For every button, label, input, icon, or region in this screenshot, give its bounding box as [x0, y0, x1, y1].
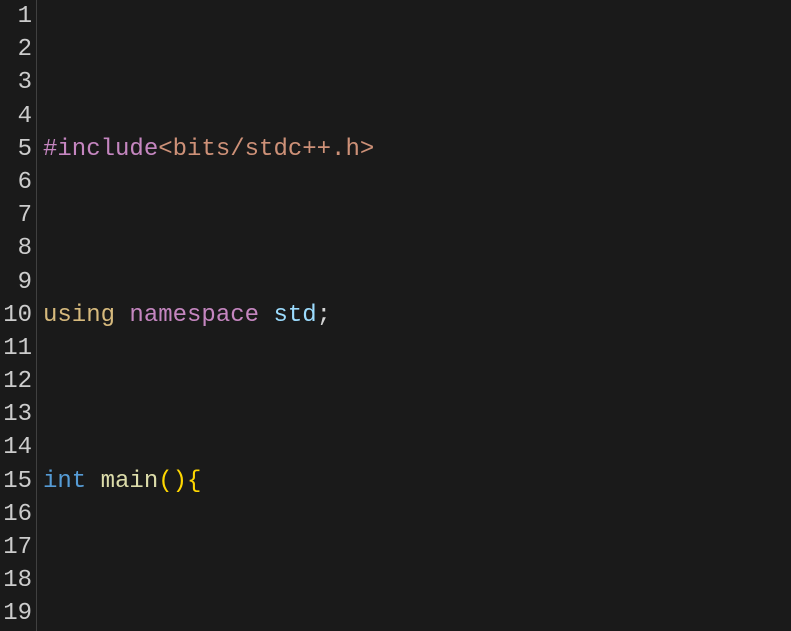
code-line[interactable]: using namespace std; — [43, 299, 374, 332]
code-area[interactable]: #include<bits/stdc++.h> using namespace … — [37, 0, 374, 631]
line-number: 2 — [0, 33, 32, 66]
line-number: 16 — [0, 498, 32, 531]
line-number: 13 — [0, 398, 32, 431]
line-number: 3 — [0, 66, 32, 99]
line-number: 4 — [0, 100, 32, 133]
code-editor[interactable]: 1 2 3 4 5 6 7 8 9 10 11 12 13 14 15 16 1… — [0, 0, 791, 631]
line-number: 15 — [0, 465, 32, 498]
type-token: int — [43, 468, 86, 495]
line-number: 12 — [0, 365, 32, 398]
line-number: 14 — [0, 431, 32, 464]
line-number: 18 — [0, 564, 32, 597]
punct-token: ; — [317, 302, 331, 329]
angle-open: < — [158, 136, 172, 163]
line-number: 6 — [0, 166, 32, 199]
keyword-token: using — [43, 302, 115, 329]
paren-token: ( — [158, 468, 172, 495]
keyword-token: namespace — [129, 302, 259, 329]
line-number: 5 — [0, 133, 32, 166]
line-number: 7 — [0, 199, 32, 232]
code-line[interactable]: int main(){ — [43, 465, 374, 498]
code-line[interactable]: #include<bits/stdc++.h> — [43, 133, 374, 166]
line-number-gutter: 1 2 3 4 5 6 7 8 9 10 11 12 13 14 15 16 1… — [0, 0, 37, 631]
header-name: bits/stdc++.h — [173, 136, 360, 163]
line-number: 11 — [0, 332, 32, 365]
line-number: 19 — [0, 597, 32, 630]
identifier-token: std — [273, 302, 316, 329]
line-number: 17 — [0, 531, 32, 564]
line-number: 9 — [0, 266, 32, 299]
line-number: 8 — [0, 232, 32, 265]
preprocessor-token: #include — [43, 136, 158, 163]
line-number: 10 — [0, 299, 32, 332]
function-token: main — [101, 468, 159, 495]
line-number: 1 — [0, 0, 32, 33]
paren-token: ) — [173, 468, 187, 495]
angle-close: > — [360, 136, 374, 163]
brace-token: { — [187, 468, 201, 495]
